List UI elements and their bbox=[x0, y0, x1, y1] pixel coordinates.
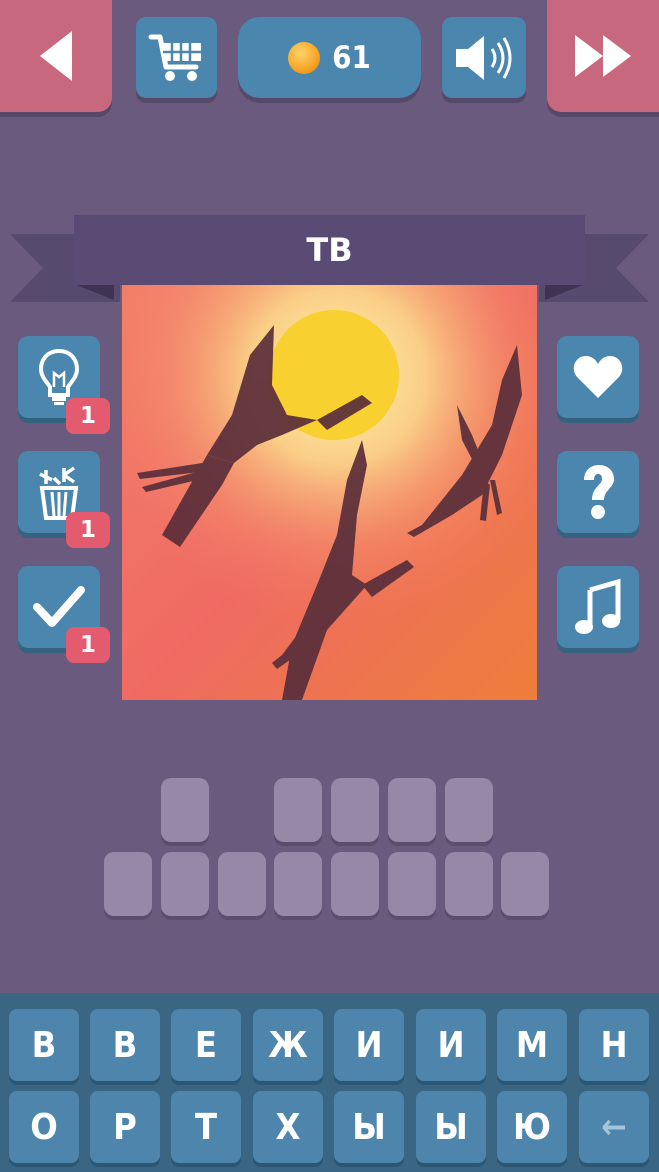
music-note-icon bbox=[575, 578, 621, 634]
answer-slot-w3-3[interactable] bbox=[218, 852, 266, 916]
cart-icon bbox=[148, 34, 201, 81]
answer-slot-w3-4[interactable] bbox=[274, 852, 322, 916]
answer-slot-w2-2[interactable] bbox=[331, 778, 379, 842]
shop-button[interactable] bbox=[136, 17, 217, 98]
heart-icon bbox=[573, 356, 623, 398]
letter-key[interactable]: Р bbox=[90, 1091, 160, 1163]
answer-slot-w2-1[interactable] bbox=[274, 778, 322, 842]
letter-key[interactable]: Ю bbox=[497, 1091, 567, 1163]
answer-slot-w3-6[interactable] bbox=[388, 852, 436, 916]
back-arrow-icon bbox=[40, 31, 72, 81]
answer-slot-w2-4[interactable] bbox=[445, 778, 493, 842]
delete-key[interactable]: ← bbox=[579, 1091, 649, 1163]
coin-count: 61 bbox=[332, 39, 371, 76]
lightbulb-hint-count: 1 bbox=[66, 398, 110, 434]
back-button[interactable] bbox=[0, 0, 112, 112]
skip-level-button[interactable] bbox=[547, 0, 659, 112]
answer-slot-w1-1[interactable] bbox=[161, 778, 209, 842]
music-button[interactable] bbox=[557, 566, 639, 648]
coins-display: 61 bbox=[238, 17, 421, 98]
letter-keyboard: В В Е Ж И И М Н О Р Т Х Ы Ы Ю ← bbox=[0, 993, 659, 1172]
letter-key[interactable]: Х bbox=[253, 1091, 323, 1163]
category-title: ТВ bbox=[306, 231, 353, 269]
letter-key[interactable]: М bbox=[497, 1009, 567, 1081]
letter-key[interactable]: В bbox=[90, 1009, 160, 1081]
fast-forward-icon bbox=[575, 35, 631, 77]
letter-key[interactable]: Н bbox=[579, 1009, 649, 1081]
category-ribbon: ТВ bbox=[74, 215, 585, 285]
puzzle-image bbox=[122, 285, 537, 700]
letter-key[interactable]: И bbox=[416, 1009, 486, 1081]
checkmark-icon bbox=[33, 586, 85, 627]
reveal-answer-hint-count: 1 bbox=[66, 627, 110, 663]
letter-key[interactable]: Ы bbox=[334, 1091, 404, 1163]
letter-key[interactable]: Ы bbox=[416, 1091, 486, 1163]
answer-slot-w3-1[interactable] bbox=[104, 852, 152, 916]
backspace-arrow-icon: ← bbox=[601, 1107, 627, 1147]
answer-slot-w2-3[interactable] bbox=[388, 778, 436, 842]
answer-slot-w3-7[interactable] bbox=[445, 852, 493, 916]
question-mark-icon bbox=[584, 465, 614, 519]
sound-toggle-button[interactable] bbox=[442, 17, 526, 98]
letter-key[interactable]: В bbox=[9, 1009, 79, 1081]
coin-icon bbox=[288, 41, 321, 74]
help-button[interactable] bbox=[557, 451, 639, 533]
letter-key[interactable]: О bbox=[9, 1091, 79, 1163]
letter-key[interactable]: Т bbox=[171, 1091, 241, 1163]
remove-letters-hint-count: 1 bbox=[66, 512, 110, 548]
letter-key[interactable]: И bbox=[334, 1009, 404, 1081]
answer-slot-w3-5[interactable] bbox=[331, 852, 379, 916]
letter-key[interactable]: Е bbox=[171, 1009, 241, 1081]
speaker-icon bbox=[456, 35, 512, 80]
answer-slot-w3-8[interactable] bbox=[501, 852, 549, 916]
answer-slot-w3-2[interactable] bbox=[161, 852, 209, 916]
favorite-button[interactable] bbox=[557, 336, 639, 418]
letter-key[interactable]: Ж bbox=[253, 1009, 323, 1081]
